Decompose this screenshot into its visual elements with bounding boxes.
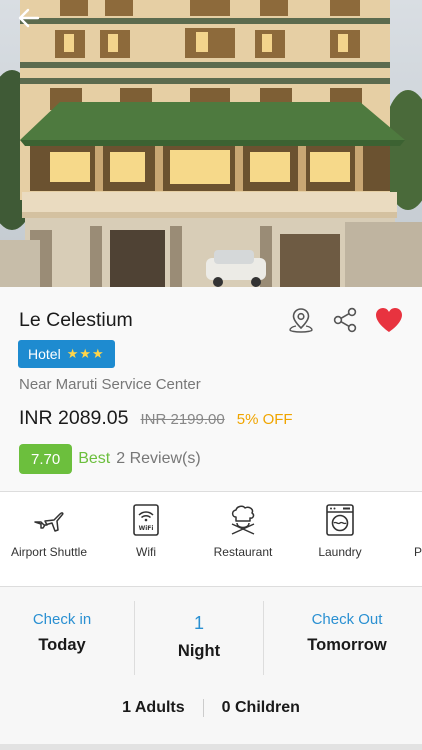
bottom-bar — [0, 744, 422, 750]
hotel-photo — [0, 0, 422, 287]
airplane-icon — [34, 512, 64, 532]
children-count: 0 Children — [221, 699, 300, 716]
amenity-parking: P — [370, 502, 422, 559]
original-price: INR 2199.00 — [140, 411, 225, 428]
hotel-actions — [286, 305, 404, 335]
reviews-link[interactable]: 2 Review(s) — [116, 450, 200, 468]
current-price: INR 2089.05 — [19, 407, 129, 429]
hotel-type-label: Hotel — [28, 346, 61, 362]
map-pin-icon — [289, 308, 313, 333]
check-in-value: Today — [38, 636, 86, 654]
hotel-type-badge: Hotel ★★★ — [18, 340, 115, 368]
hotel-name: Le Celestium — [19, 309, 133, 331]
nights-selector[interactable]: 1 Night — [135, 613, 263, 661]
amenity-restaurant: Restaurant — [195, 502, 291, 559]
rating-score-badge: 7.70 — [19, 444, 73, 474]
washing-machine-icon — [326, 504, 354, 536]
hotel-address: Near Maruti Service Center — [19, 376, 201, 393]
amenities-strip[interactable]: Airport Shuttle WiFi Wifi Restaurant Lau… — [0, 492, 422, 586]
chef-icon — [231, 505, 255, 535]
amenity-label: Airport Shuttle — [10, 545, 88, 559]
rating-label: Best — [78, 450, 111, 467]
heart-icon — [376, 308, 402, 332]
check-in-label: Check in — [32, 611, 92, 628]
adults-count: 1 Adults — [122, 699, 185, 716]
divider — [263, 601, 264, 675]
rating-row: 7.70 Best 2 Review(s) — [19, 444, 201, 474]
map-location-button[interactable] — [286, 305, 316, 335]
share-icon — [333, 307, 357, 333]
hotel-info: Le Celestium Hotel ★★★ Near Maruti Servi… — [0, 287, 422, 491]
favorite-button[interactable] — [374, 305, 404, 335]
star-rating: ★★★ — [66, 346, 105, 361]
arrow-left-icon — [18, 8, 40, 28]
amenity-label: P — [413, 545, 422, 559]
discount-label: 5% OFF — [236, 411, 293, 428]
amenity-label: Restaurant — [213, 545, 273, 559]
amenity-airport-shuttle: Airport Shuttle — [1, 502, 97, 559]
wifi-icon: WiFi — [133, 504, 159, 536]
check-out-selector[interactable]: Check Out Tomorrow — [272, 611, 422, 655]
booking-section: Check in Today 1 Night Check Out Tomorro… — [0, 587, 422, 750]
check-in-selector[interactable]: Check in Today — [0, 611, 124, 655]
nights-label: Night — [177, 642, 221, 660]
amenity-wifi: WiFi Wifi — [98, 502, 194, 559]
divider — [202, 699, 204, 717]
svg-text:WiFi: WiFi — [139, 525, 154, 532]
guests-selector[interactable]: 1 Adults 0 Children — [0, 699, 422, 717]
amenity-label: Wifi — [136, 545, 156, 559]
nights-count: 1 — [193, 613, 204, 633]
check-out-value: Tomorrow — [307, 636, 387, 654]
share-button[interactable] — [330, 305, 360, 335]
price-row: INR 2089.05 INR 2199.00 5% OFF — [19, 407, 293, 430]
check-out-label: Check Out — [311, 611, 383, 628]
back-button[interactable] — [14, 4, 44, 32]
